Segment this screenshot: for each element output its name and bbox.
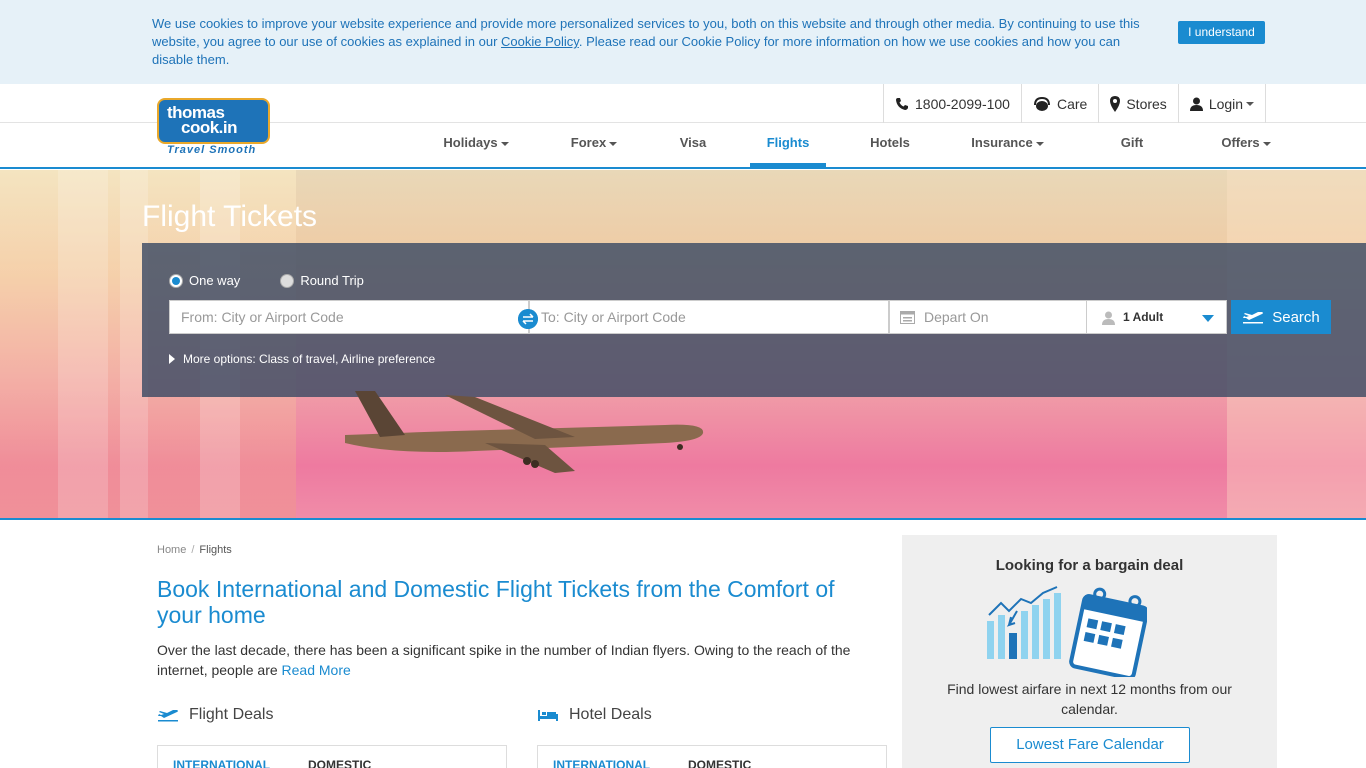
stores-link[interactable]: Stores — [1099, 84, 1179, 123]
flight-deals-title: Flight Deals — [189, 706, 274, 723]
tab-international-flights[interactable]: INTERNATIONAL — [173, 758, 270, 768]
tab-domestic-flights[interactable]: DOMESTIC — [308, 758, 371, 768]
phone-link[interactable]: 1800-2099-100 — [884, 84, 1022, 123]
nav-offers[interactable]: Offers — [1220, 123, 1272, 167]
nav-forex[interactable]: Forex — [570, 123, 618, 167]
swap-icon[interactable] — [518, 309, 538, 329]
nav-insurance-label: Insurance — [971, 135, 1033, 150]
nav-visa-label: Visa — [679, 135, 707, 150]
cookie-banner: We use cookies to improve your website e… — [0, 0, 1366, 84]
search-flights-button[interactable]: Search — [1231, 300, 1331, 334]
hero-light-stripe — [58, 170, 108, 518]
phone-icon — [896, 97, 908, 110]
nav-holidays[interactable]: Holidays — [443, 123, 509, 167]
map-pin-icon — [1110, 95, 1121, 112]
chevron-down-icon — [1202, 315, 1214, 322]
bed-icon — [538, 710, 558, 721]
bargain-deal-title: Looking for a bargain deal — [995, 557, 1184, 574]
lowest-fare-calendar-button[interactable]: Lowest Fare Calendar — [990, 727, 1190, 763]
plane-takeoff-icon — [158, 710, 178, 722]
passenger-selector[interactable]: 1 Adult — [1086, 300, 1227, 334]
from-city-input[interactable]: From: City or Airport Code — [169, 300, 529, 334]
logo-badge: thomas cook.in — [157, 98, 270, 144]
nav-gift-card[interactable]: Gift Card — [1105, 123, 1159, 189]
login-dropdown[interactable]: Login — [1179, 84, 1267, 123]
radio-selected-icon — [169, 273, 183, 288]
round-trip-radio[interactable]: Round Trip — [280, 273, 364, 288]
page-title: Flight Tickets — [142, 200, 318, 233]
nav-flights[interactable]: Flights — [750, 123, 826, 167]
tab-international-hotels[interactable]: INTERNATIONAL — [553, 758, 650, 768]
cookie-policy-link[interactable]: Cookie Policy — [501, 34, 579, 49]
depart-date-input[interactable]: Depart On — [889, 300, 1087, 334]
hotel-deals-title: Hotel Deals — [569, 706, 652, 723]
chevron-down-icon — [1262, 141, 1271, 146]
airplane-image — [345, 391, 704, 473]
logo-tagline: Travel Smooth — [167, 144, 257, 156]
care-link[interactable]: Care — [1022, 84, 1100, 123]
breadcrumb-current: Flights — [199, 544, 232, 556]
section-heading: Book International and Domestic Flight T… — [157, 576, 835, 628]
section-description: Over the last decade, there has been a s… — [157, 640, 877, 680]
headset-icon — [1033, 96, 1050, 111]
description-text: Over the last decade, there has been a s… — [157, 642, 851, 678]
breadcrumb-home[interactable]: Home — [157, 544, 186, 556]
to-city-input[interactable]: To: City or Airport Code — [529, 300, 889, 334]
care-label: Care — [1056, 95, 1088, 112]
trip-type-selector: One way Round Trip — [169, 273, 364, 288]
nav-forex-label: Forex — [570, 135, 607, 150]
more-options-label: More options: Class of travel, Airline p… — [183, 352, 436, 366]
flight-deals-heading: Flight Deals — [157, 706, 273, 724]
bargain-deal-description: Find lowest airfare in next 12 months fr… — [947, 681, 1232, 717]
login-label: Login — [1208, 95, 1244, 112]
fare-calendar-illustration — [987, 586, 1147, 677]
nav-visa[interactable]: Visa — [678, 123, 708, 167]
search-label: Search — [1272, 308, 1320, 326]
chevron-down-icon — [1246, 101, 1255, 106]
one-way-label: One way — [189, 273, 241, 288]
passenger-count: 1 Adult — [1123, 310, 1164, 324]
triangle-right-icon — [169, 354, 175, 364]
user-icon — [1189, 97, 1203, 111]
radio-unselected-icon — [280, 273, 295, 288]
nav-offers-label: Offers — [1221, 135, 1260, 150]
breadcrumb: Home / Flights — [157, 544, 232, 556]
stores-label: Stores — [1126, 95, 1167, 112]
nav-hotels[interactable]: Hotels — [870, 123, 910, 167]
logo-wordmark: thomas cook.in — [167, 104, 238, 137]
nav-flights-label: Flights — [766, 135, 810, 150]
one-way-radio[interactable]: One way — [169, 273, 240, 288]
phone-number: 1800-2099-100 — [915, 95, 1010, 112]
hotel-deals-heading: Hotel Deals — [537, 706, 652, 724]
thomas-cook-logo[interactable]: thomas cook.in Travel Smooth — [157, 98, 275, 158]
hotel-deals-tabs: INTERNATIONAL DOMESTIC — [537, 745, 887, 768]
nav-hotels-label: Hotels — [870, 135, 910, 150]
user-icon — [1102, 311, 1115, 325]
round-trip-label: Round Trip — [300, 273, 364, 288]
chevron-down-icon — [609, 141, 618, 146]
breadcrumb-separator: / — [191, 544, 195, 556]
flight-search-panel: One way Round Trip From: City or Airport… — [142, 243, 1366, 397]
cookie-accept-button[interactable]: I understand — [1178, 21, 1265, 44]
depart-placeholder: Depart On — [924, 309, 989, 325]
cookie-message: We use cookies to improve your website e… — [152, 15, 1164, 69]
nav-holidays-label: Holidays — [443, 135, 498, 150]
calendar-icon — [900, 311, 915, 324]
chevron-down-icon — [500, 141, 509, 146]
more-options-toggle[interactable]: More options: Class of travel, Airline p… — [169, 352, 435, 366]
chevron-down-icon — [1035, 141, 1044, 146]
logo-line2: cook.in — [181, 118, 238, 137]
bargain-deal-card: Looking for a bargain deal Find lowest a… — [902, 535, 1277, 768]
tab-domestic-hotels[interactable]: DOMESTIC — [688, 758, 751, 768]
flight-deals-tabs: INTERNATIONAL DOMESTIC — [157, 745, 507, 768]
hero-banner: Flight Tickets One way Round Trip From: … — [0, 170, 1366, 520]
read-more-link[interactable]: Read More — [282, 662, 351, 678]
nav-insurance[interactable]: Insurance — [971, 123, 1044, 167]
plane-takeoff-icon — [1243, 312, 1264, 324]
